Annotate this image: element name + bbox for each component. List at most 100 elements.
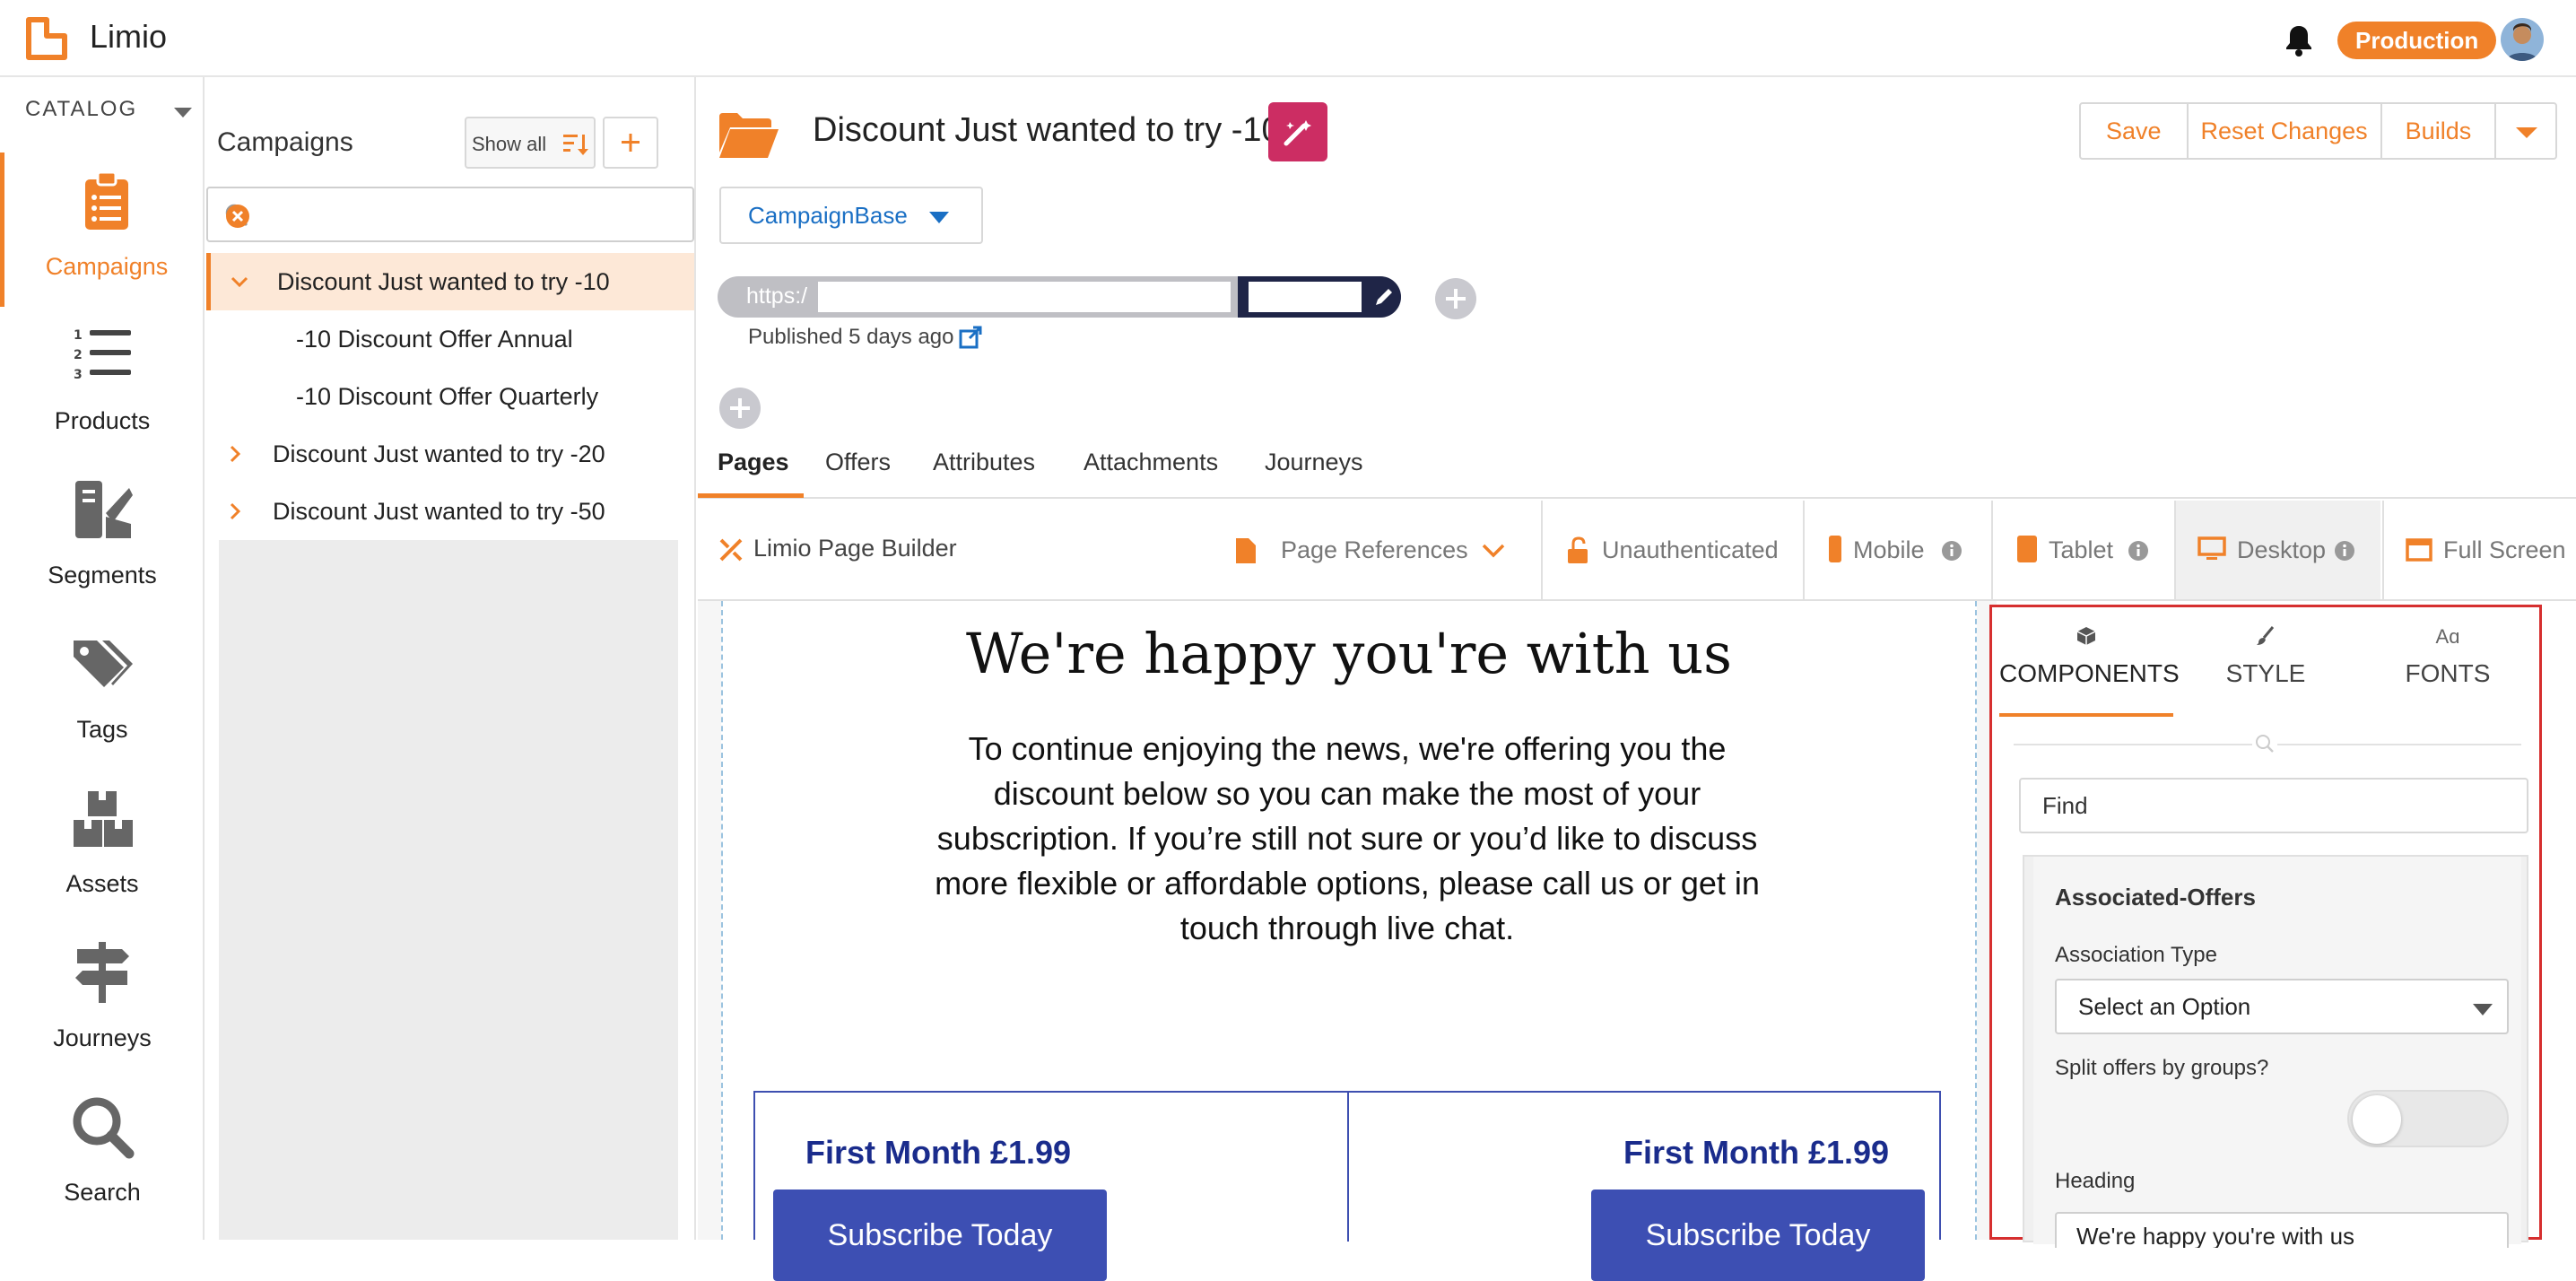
tab-offers[interactable]: Offers	[825, 449, 891, 476]
url-redacted	[818, 282, 1231, 312]
nav-item-segments[interactable]: Segments	[0, 461, 205, 615]
chevron-down-icon[interactable]	[231, 273, 248, 291]
clear-search-icon[interactable]	[224, 203, 251, 230]
info-icon[interactable]	[2128, 540, 2149, 562]
tree-item-offer[interactable]: -10 Discount Offer Annual	[206, 310, 694, 368]
full-screen-icon	[2406, 538, 2432, 562]
tab-fonts[interactable]: Aɑ FONTS	[2358, 607, 2537, 717]
reset-changes-button[interactable]: Reset Changes	[2189, 104, 2382, 158]
nav-label-campaigns: Campaigns	[45, 253, 169, 280]
builds-button[interactable]: Builds	[2382, 104, 2497, 158]
full-screen-button[interactable]: Full Screen	[2382, 501, 2576, 599]
nav-item-assets[interactable]: Assets	[0, 770, 205, 924]
url-edit-area[interactable]	[1238, 276, 1401, 318]
nav-label-products: Products	[54, 407, 151, 434]
segments-icon	[75, 481, 133, 538]
tree-item-label: -10 Discount Offer Quarterly	[296, 383, 599, 410]
tree-item-label: Discount Just wanted to try -50	[273, 498, 605, 525]
plus-icon	[622, 134, 640, 152]
split-offers-toggle[interactable]	[2347, 1090, 2509, 1147]
add-url-button[interactable]	[1435, 278, 1476, 319]
limio-logo[interactable]	[23, 16, 70, 63]
tree-item-label: -10 Discount Offer Annual	[296, 326, 573, 353]
chevron-right-icon[interactable]	[226, 502, 244, 520]
url-redacted	[1249, 282, 1362, 312]
chevron-down-icon	[1482, 544, 1505, 558]
show-all-label: Show all	[472, 133, 547, 155]
tree-item-offer[interactable]: -10 Discount Offer Quarterly	[206, 368, 694, 425]
heading-input[interactable]: We're happy you're with us	[2055, 1212, 2509, 1248]
unauthenticated-toggle[interactable]: Unauthenticated	[1541, 501, 1801, 599]
folder-open-icon	[719, 113, 779, 158]
nav-item-tags[interactable]: Tags	[0, 615, 205, 770]
chevron-down-icon	[2516, 127, 2538, 138]
preview-heading[interactable]: We're happy you're with us	[721, 621, 1977, 686]
catalog-sidebar: CATALOG Campaigns 1 2 3 Products Segments	[0, 77, 205, 1240]
preview-body-text[interactable]: To continue enjoying the news, we're off…	[915, 727, 1780, 951]
split-offers-label: Split offers by groups?	[2055, 1056, 2269, 1080]
add-item-button[interactable]	[719, 388, 761, 429]
tab-attachments[interactable]: Attachments	[1083, 449, 1218, 476]
external-link-icon[interactable]	[958, 325, 983, 350]
page-builder-toolbar: Limio Page Builder Page References Unaut…	[698, 501, 2576, 601]
tree-item-campaign[interactable]: Discount Just wanted to try -10	[206, 253, 694, 310]
device-tablet-button[interactable]: Tablet	[1991, 501, 2172, 599]
notifications-bell-icon[interactable]	[2284, 23, 2314, 57]
magic-wand-button[interactable]	[1268, 102, 1327, 161]
nav-label-search: Search	[64, 1179, 141, 1206]
offer-price: First Month £1.99	[805, 1134, 1072, 1171]
component-editor-panel: COMPONENTS STYLE Aɑ FONTS Find Associate…	[1989, 605, 2542, 1248]
campaigns-panel: Campaigns Show all Discount Just wanted …	[206, 77, 696, 1240]
catalog-label[interactable]: CATALOG	[25, 97, 137, 122]
campaign-search	[206, 187, 694, 242]
campaign-base-dropdown[interactable]: CampaignBase	[719, 187, 983, 244]
page-title: Discount Just wanted to try -10	[813, 111, 1281, 149]
nav-item-campaigns[interactable]: Campaigns	[0, 152, 205, 307]
tab-style-label: STYLE	[2225, 659, 2306, 687]
nav-label-journeys: Journeys	[53, 1024, 152, 1051]
pencil-icon[interactable]	[1372, 285, 1396, 309]
chevron-right-icon[interactable]	[226, 445, 244, 463]
device-desktop-button[interactable]: Desktop	[2174, 501, 2380, 599]
user-avatar[interactable]	[2501, 18, 2544, 61]
catalog-dropdown-icon[interactable]	[174, 108, 192, 118]
campaign-url-bar[interactable]: https:/	[718, 276, 1401, 318]
published-status: Published 5 days ago	[748, 325, 954, 349]
save-button[interactable]: Save	[2081, 104, 2189, 158]
mobile-icon	[1829, 536, 1841, 562]
tab-components[interactable]: COMPONENTS	[1999, 607, 2180, 717]
tree-empty-area	[219, 540, 678, 1240]
environment-badge[interactable]: Production	[2337, 22, 2497, 59]
nav-item-products[interactable]: 1 2 3 Products	[0, 307, 205, 461]
add-campaign-button[interactable]	[603, 117, 658, 169]
full-screen-label: Full Screen	[2443, 536, 2566, 563]
campaign-search-input[interactable]	[258, 197, 635, 233]
active-tab-indicator	[698, 493, 804, 498]
nav-item-journeys[interactable]: Journeys	[0, 924, 205, 1078]
more-actions-button[interactable]	[2496, 104, 2555, 158]
tags-icon	[74, 640, 133, 687]
main-content: Discount Just wanted to try -10 Save Res…	[698, 77, 2576, 1281]
tree-item-campaign[interactable]: Discount Just wanted to try -20	[206, 425, 694, 483]
tab-journeys[interactable]: Journeys	[1265, 449, 1363, 476]
info-icon[interactable]	[2334, 540, 2355, 562]
search-icon	[2252, 731, 2277, 756]
tablet-label: Tablet	[2049, 536, 2114, 563]
info-icon[interactable]	[1941, 540, 1962, 562]
tab-pages[interactable]: Pages	[718, 449, 789, 476]
device-mobile-button[interactable]: Mobile	[1803, 501, 1989, 599]
nav-item-search[interactable]: Search	[0, 1078, 205, 1233]
nav-label-segments: Segments	[48, 562, 157, 588]
subscribe-button[interactable]: Subscribe Today	[773, 1190, 1107, 1281]
tab-style[interactable]: STYLE	[2180, 607, 2351, 717]
show-all-button[interactable]: Show all	[465, 117, 596, 169]
svg-text:1: 1	[74, 328, 83, 343]
association-type-select[interactable]: Select an Option	[2055, 979, 2509, 1034]
tab-attributes[interactable]: Attributes	[933, 449, 1035, 476]
tree-item-campaign[interactable]: Discount Just wanted to try -50	[206, 483, 694, 540]
chevron-down-icon	[929, 212, 949, 223]
subscribe-button[interactable]: Subscribe Today	[1591, 1190, 1925, 1281]
search-icon	[73, 1097, 135, 1159]
page-references-dropdown[interactable]: Page References	[1234, 501, 1523, 599]
component-find-input[interactable]: Find	[2019, 778, 2528, 833]
